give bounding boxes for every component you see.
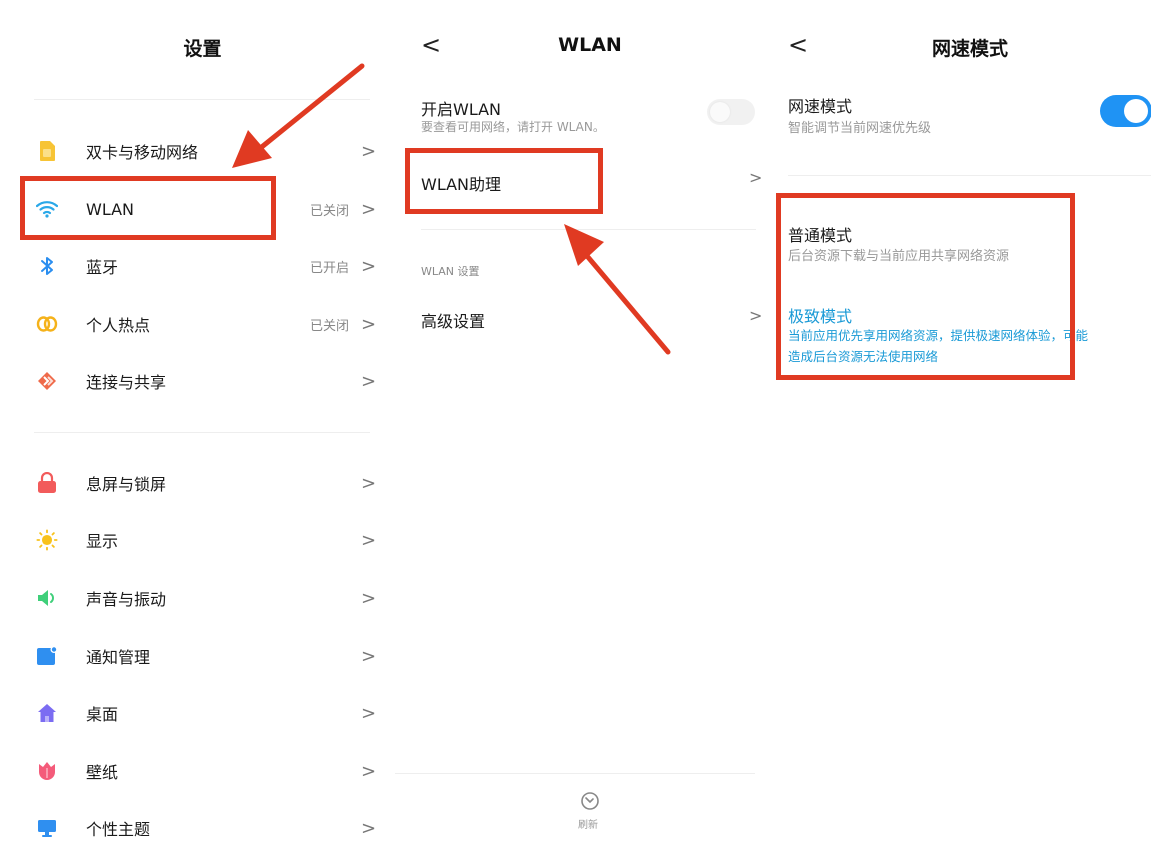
annotation-arrows <box>232 63 671 355</box>
arrow-to-assistant <box>564 224 671 355</box>
arrow-to-wlan <box>232 63 365 168</box>
